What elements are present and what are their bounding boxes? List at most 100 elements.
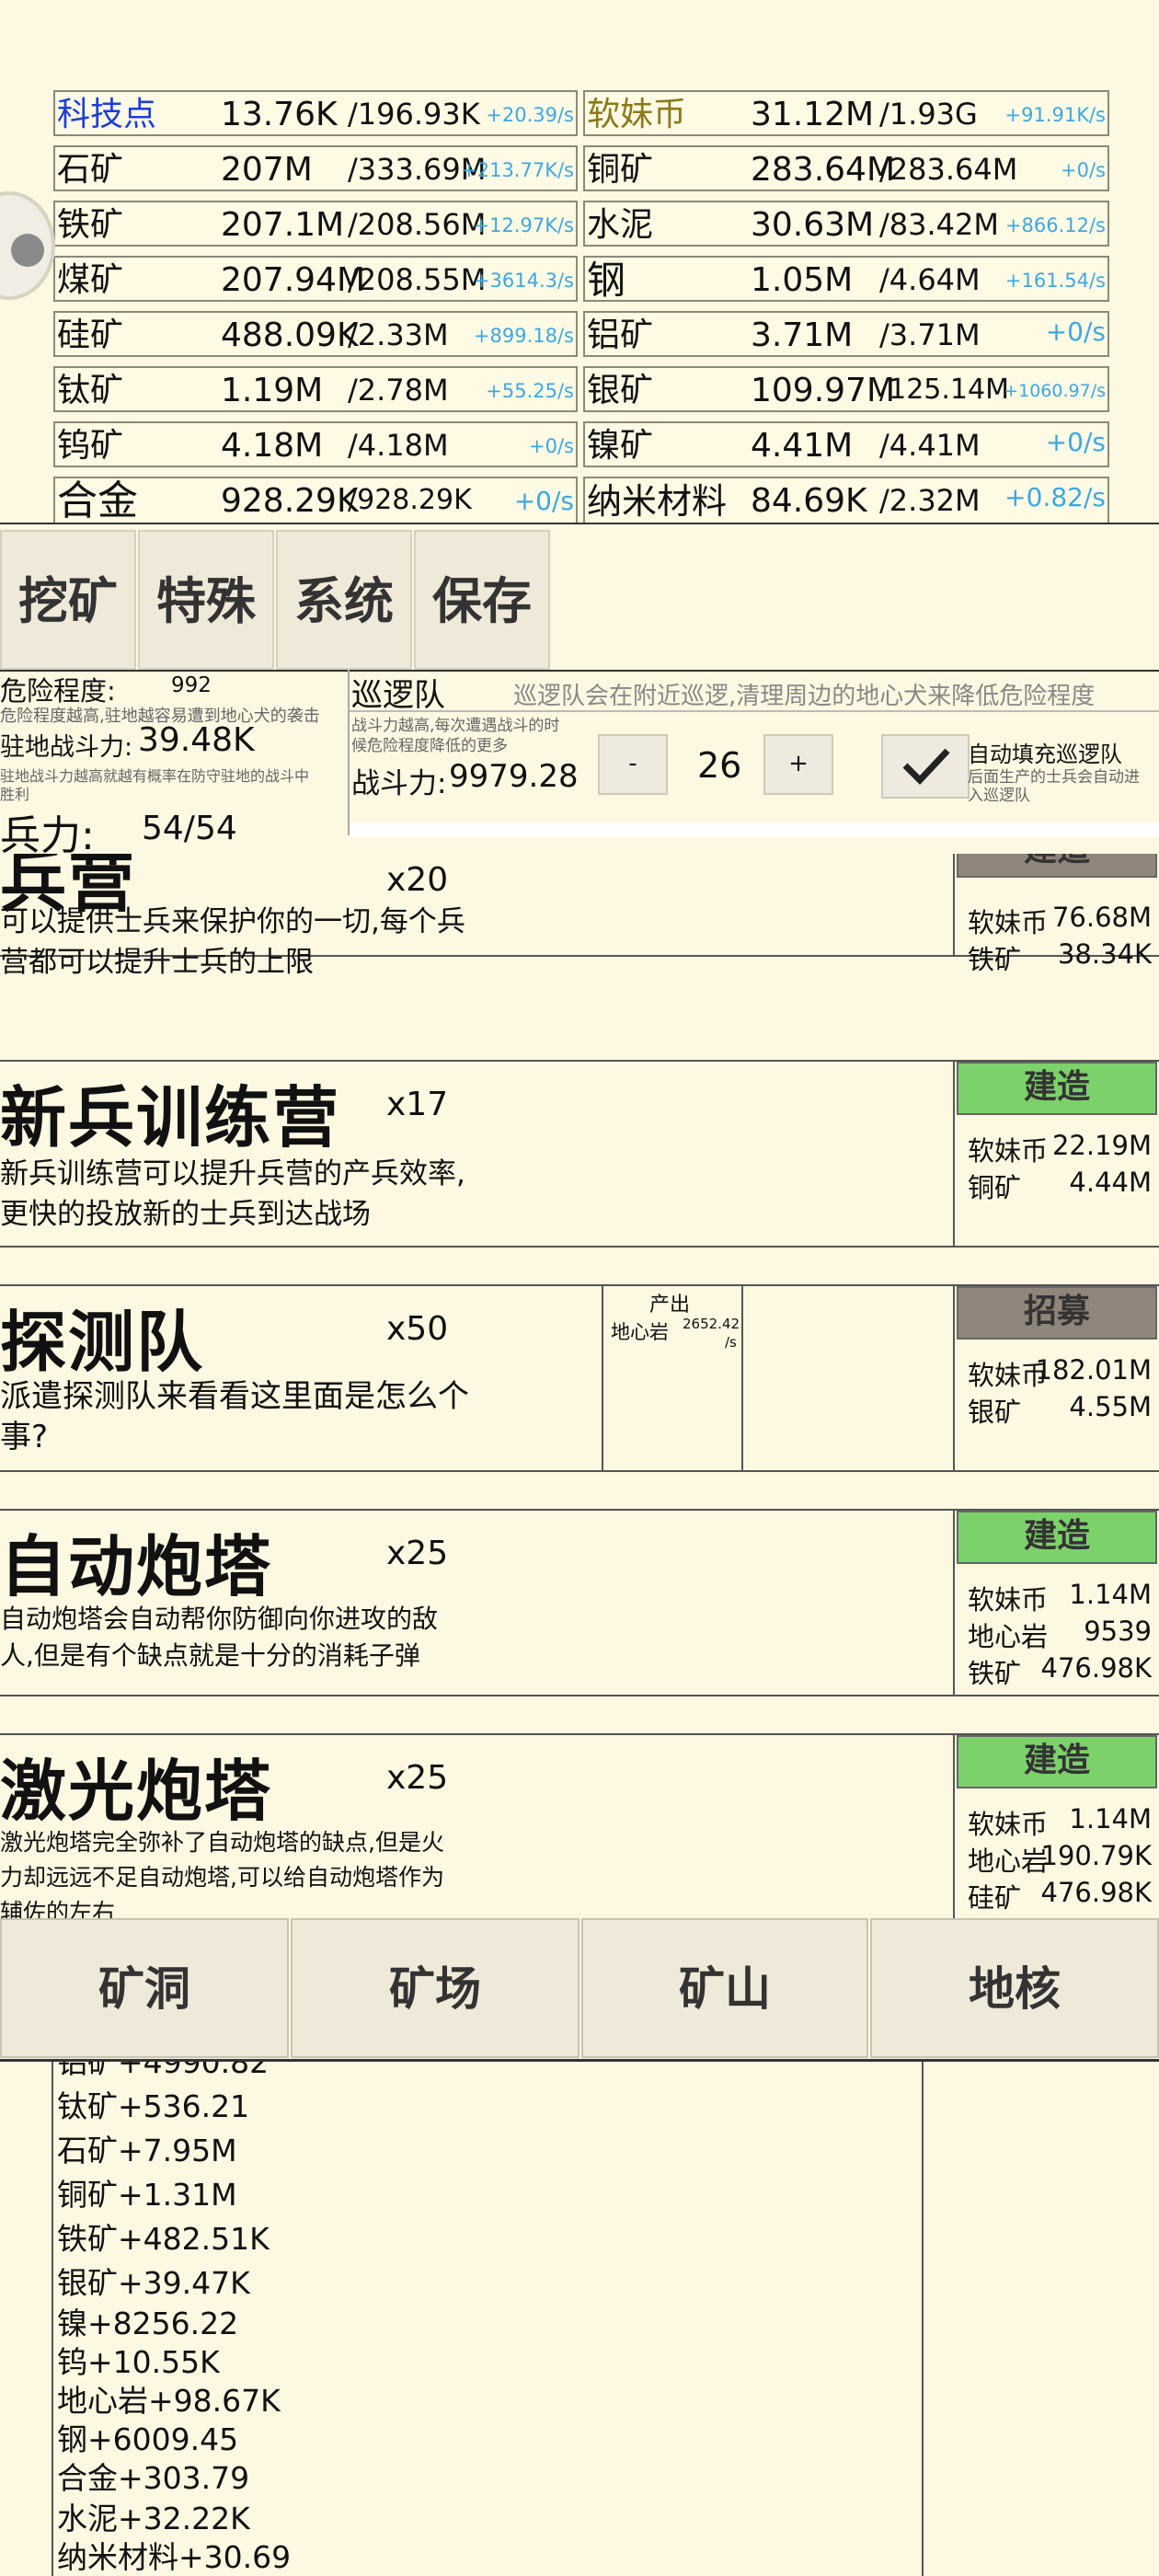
build-button[interactable]: 建造 xyxy=(957,1735,1157,1788)
patrol-note: 候危险程度降低的更多 xyxy=(351,737,508,755)
resource-nanomaterial: 纳米材料 84.69K /2.32M +0.82/s xyxy=(583,477,1109,524)
cost-value: 76.68M xyxy=(1051,902,1152,933)
patrol-power-label: 战斗力: xyxy=(351,767,447,800)
building-training-camp: 新兵训练营 x17 新兵训练营可以提升兵营的产兵效率,更快的投放新的士兵到达战场… xyxy=(0,1060,1159,1248)
cost-column: 建造 软妹币 1.14M 地心岩 190.79K 硅矿 476.98K xyxy=(953,1735,1159,1918)
log-line: 水泥+32.22K xyxy=(57,2501,250,2536)
patrol-title: 巡逻队 xyxy=(351,677,445,714)
cost-name: 铜矿 xyxy=(968,1172,1022,1203)
tab-cave[interactable]: 矿洞 xyxy=(0,1918,289,2058)
log-line: 铝矿+4990.82 xyxy=(57,2062,270,2080)
resource-alloy: 合金 928.29K /928.29K +0/s xyxy=(53,477,578,524)
resource-cement: 水泥 30.63M /83.42M +866.12/s xyxy=(583,201,1109,247)
resource-titanium: 钛矿 1.19M /2.78M +55.25/s xyxy=(53,366,578,412)
resource-aluminum: 铝矿 3.71M /3.71M +0/s xyxy=(583,311,1109,357)
building-list[interactable]: 兵营 x20 可以提供士兵来保护你的一切,每个兵营都可以提升士兵的上限 建造 软… xyxy=(0,854,1159,1918)
building-name: 激光炮塔 xyxy=(0,1753,273,1830)
garrison-note: 驻地战斗力越高就越有概率在防守驻地的战斗中 xyxy=(0,767,310,785)
output-name: 地心岩 xyxy=(611,1321,669,1343)
resource-tungsten: 钨矿 4.18M /4.18M +0/s xyxy=(53,421,578,467)
troops-value: 54/54 xyxy=(142,810,237,847)
resource-max: /3.71M xyxy=(879,317,981,352)
cost-column: 建造 软妹币 1.14M 地心岩 9539 铁矿 476.98K xyxy=(953,1511,1159,1695)
output-box: 产出 地心岩 2652.42 /s xyxy=(602,1286,743,1470)
danger-value: 992 xyxy=(171,673,212,697)
building-desc: 激光炮塔完全弥补了自动炮塔的缺点,但是火力却远远不足自动炮塔,可以给自动炮塔作为… xyxy=(0,1829,444,1918)
resource-rate: +161.54/s xyxy=(1004,270,1106,292)
tab-mountain[interactable]: 矿山 xyxy=(581,1918,868,2058)
resource-name: 钢 xyxy=(587,258,626,303)
cost-row: 地心岩 9539 xyxy=(968,1616,1152,1654)
tab-mine-field[interactable]: 矿场 xyxy=(291,1918,580,2058)
building-count: x50 xyxy=(386,1310,449,1348)
cost-row: 软妹币 1.14M xyxy=(968,1579,1152,1617)
resource-stone: 石矿 207M /333.69M +213.77K/s xyxy=(53,145,578,191)
patrol-desc: 巡逻队会在附近巡逻,清理周边的地心犬来降低危险程度 xyxy=(513,683,1096,710)
cost-name: 地心岩 xyxy=(968,1846,1049,1877)
tab-save[interactable]: 保存 xyxy=(414,530,550,670)
resource-rate: +0/s xyxy=(1045,316,1106,347)
production-log[interactable]: 铝矿+4990.82 钛矿+536.21 石矿+7.95M 铜矿+1.31M 铁… xyxy=(52,2062,924,2576)
cost-value: 38.34K xyxy=(1057,938,1152,970)
autofill-checkbox[interactable] xyxy=(881,734,970,799)
tab-mining[interactable]: 挖矿 xyxy=(0,530,136,670)
resource-rate: +0/s xyxy=(1045,427,1106,457)
resource-coal: 煤矿 207.94M /208.55M +3614.3/s xyxy=(53,256,578,302)
resource-current: 3.71M xyxy=(751,316,854,354)
resource-name: 纳米材料 xyxy=(587,481,728,522)
log-line: 纳米材料+30.69 xyxy=(57,2539,292,2575)
log-line: 铁矿+482.51K xyxy=(57,2221,270,2257)
resource-rate: +12.97K/s xyxy=(473,214,574,236)
floating-pause-icon[interactable] xyxy=(0,191,55,300)
building-count: x25 xyxy=(386,1535,449,1572)
cost-column: 建造 软妹币76.68M 铁矿 38.34K xyxy=(953,854,1159,975)
resource-rate: +866.12/s xyxy=(1004,214,1106,236)
log-line: 钨+10.55K xyxy=(57,2344,220,2380)
resource-max: /83.42M xyxy=(879,207,999,242)
resource-name: 水泥 xyxy=(587,206,654,244)
tab-core[interactable]: 地核 xyxy=(870,1918,1159,2058)
cost-name: 软妹币 xyxy=(968,907,1049,938)
log-line: 地心岩+98.67K xyxy=(57,2383,281,2419)
resource-max: /2.32M xyxy=(879,483,981,518)
cost-value: 1.14M xyxy=(1069,1579,1152,1610)
recruit-button[interactable]: 招募 xyxy=(957,1286,1157,1340)
cost-value: 1.14M xyxy=(1069,1803,1152,1834)
resource-rate: +0/s xyxy=(1061,159,1106,181)
resource-current: 31.12M xyxy=(751,96,875,133)
cost-value: 22.19M xyxy=(1051,1130,1152,1161)
resource-current: 207.94M xyxy=(221,261,366,299)
resource-name: 钨矿 xyxy=(57,427,124,465)
build-button[interactable]: 建造 xyxy=(957,1062,1157,1115)
resource-max: /283.64M xyxy=(879,152,1018,187)
garrison-value: 39.48K xyxy=(138,721,255,759)
resource-name: 钛矿 xyxy=(57,372,124,409)
cost-column: 招募 软妹币 182.01M 银矿 4.55M xyxy=(953,1286,1159,1470)
building-count: x17 xyxy=(386,1086,449,1123)
cost-value: 182.01M xyxy=(1035,1354,1153,1386)
resource-silicon: 硅矿 488.09K /2.33M +899.18/s xyxy=(53,311,578,357)
patrol-power-value: 9979.28 xyxy=(449,758,579,795)
cost-row: 软妹币 1.14M xyxy=(968,1803,1152,1842)
resource-max: /928.29K xyxy=(348,484,472,516)
tab-system[interactable]: 系统 xyxy=(276,530,412,670)
output-title: 产出 xyxy=(649,1294,691,1317)
cost-row: 铁矿 38.34K xyxy=(968,938,1152,977)
patrol-decrease-button[interactable]: - xyxy=(598,734,668,795)
patrol-panel: 巡逻队 巡逻队会在附近巡逻,清理周边的地心犬来降低危险程度 战斗力越高,每次遭遇… xyxy=(348,670,1159,835)
tab-special[interactable]: 特殊 xyxy=(138,530,274,670)
build-button[interactable]: 建造 xyxy=(957,854,1157,878)
build-button[interactable]: 建造 xyxy=(957,1511,1157,1564)
patrol-increase-button[interactable]: + xyxy=(763,734,833,795)
building-name: 自动炮塔 xyxy=(0,1528,273,1605)
cost-value: 476.98K xyxy=(1040,1652,1153,1684)
resource-name: 镍矿 xyxy=(587,427,654,465)
cost-value: 190.79K xyxy=(1040,1840,1153,1871)
log-line: 钢+6009.45 xyxy=(57,2421,239,2457)
cost-row: 软妹币 182.01M xyxy=(968,1354,1152,1393)
resource-max: /1.93G xyxy=(879,97,978,132)
resource-name: 铁矿 xyxy=(57,206,124,244)
resource-iron: 铁矿 207.1M /208.56M +12.97K/s xyxy=(53,201,578,247)
output-unit: /s xyxy=(725,1334,737,1351)
log-line: 铜矿+1.31M xyxy=(57,2177,237,2213)
